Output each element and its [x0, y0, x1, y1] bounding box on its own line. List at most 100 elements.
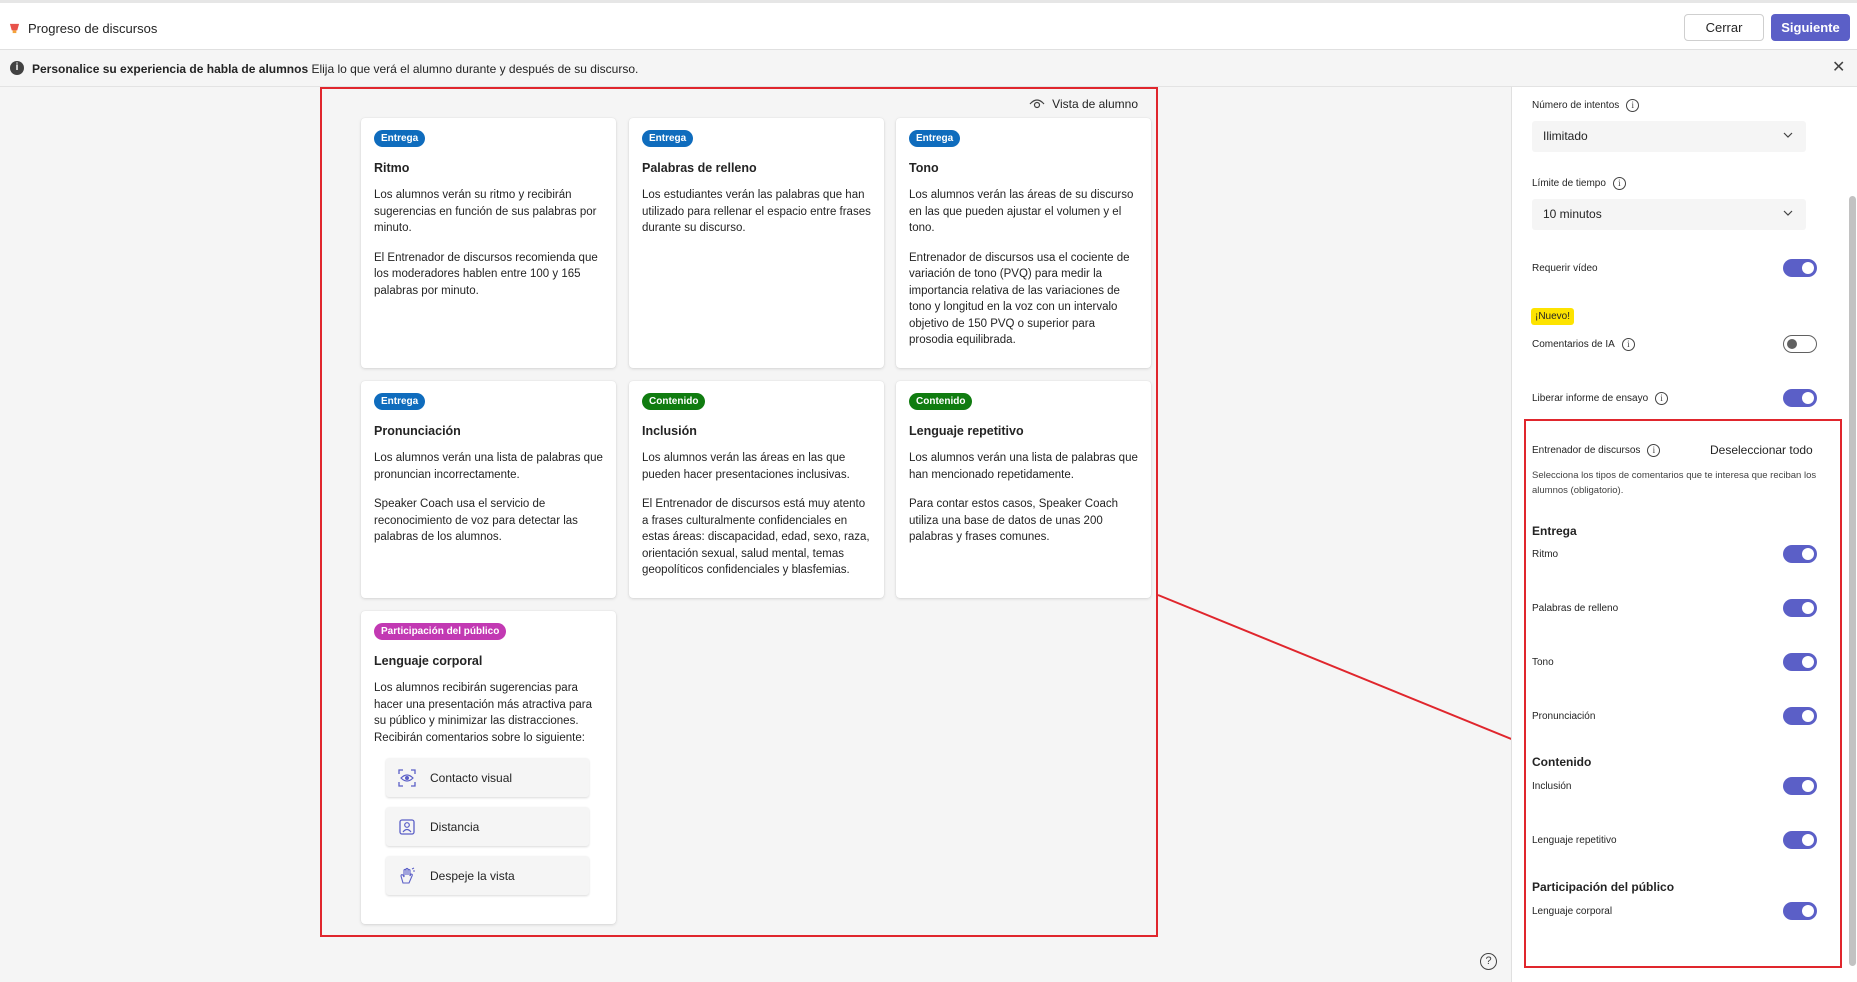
badge-participacion: Participación del público [374, 623, 507, 640]
chevron-down-icon [1783, 210, 1793, 216]
preview-area: Vista de alumno Entrega Ritmo Los alumno… [0, 87, 1511, 982]
item-ritmo-label: Ritmo [1532, 549, 1559, 560]
card-title: Palabras de relleno [642, 161, 757, 175]
banner-title: Personalice su experiencia de habla de a… [32, 62, 309, 76]
item-tono-label: Tono [1532, 657, 1554, 668]
card-text: Entrenador de discursos usa el cociente … [909, 251, 1130, 347]
chevron-down-icon [1783, 132, 1793, 138]
item-inclusion-label: Inclusión [1532, 781, 1572, 792]
coach-label: Entrenador de discursos i [1532, 444, 1661, 457]
close-icon[interactable]: ✕ [1832, 59, 1845, 77]
chip-label: Distancia [430, 819, 480, 834]
new-badge: ¡Nuevo! [1531, 308, 1575, 325]
card-text: El Entrenador de discursos está muy aten… [642, 498, 870, 576]
close-button[interactable]: Cerrar [1684, 14, 1764, 41]
item-lenguaje-repetitivo-label: Lenguaje repetitivo [1532, 835, 1617, 846]
chip-label: Despeje la vista [430, 868, 515, 883]
badge-entrega: Entrega [909, 130, 961, 147]
card-text: Para contar estos casos, Speaker Coach u… [909, 498, 1119, 543]
item-lenguaje-repetitivo-toggle[interactable] [1783, 831, 1817, 849]
card-text: Speaker Coach usa el servicio de reconoc… [374, 498, 578, 543]
info-icon[interactable]: i [1612, 177, 1626, 190]
ai-feedback-label-text: Comentarios de IA [1532, 339, 1615, 350]
card-text: Los alumnos verán su ritmo y recibirán s… [374, 189, 597, 234]
attempts-label: Número de intentos i [1532, 99, 1640, 112]
badge-entrega: Entrega [374, 393, 426, 410]
info-icon[interactable]: i [1647, 444, 1661, 457]
deselect-all-button[interactable]: Deseleccionar todo [1710, 443, 1813, 457]
section-heading-entrega: Entrega [1532, 524, 1577, 538]
banner-description: Elija lo que verá el alumno durante y de… [311, 62, 639, 76]
card-title: Lenguaje repetitivo [909, 424, 1024, 438]
eye-contact-icon [398, 768, 416, 787]
release-report-label: Liberar informe de ensayo i [1532, 392, 1669, 405]
info-icon[interactable]: i [1655, 392, 1669, 405]
chip-despeje-vista[interactable]: Despeje la vista [386, 856, 589, 895]
coach-description: Selecciona los tipos de comentarios que … [1532, 470, 1817, 496]
time-limit-label: Límite de tiempo i [1532, 177, 1626, 190]
item-ritmo-toggle[interactable] [1783, 545, 1817, 563]
card-title: Inclusión [642, 424, 697, 438]
item-pronunciacion-label: Pronunciación [1532, 711, 1596, 722]
chip-contacto-visual[interactable]: Contacto visual [386, 758, 589, 797]
info-icon[interactable]: i [1626, 99, 1640, 112]
item-palabras-relleno-toggle[interactable] [1783, 599, 1817, 617]
badge-contenido: Contenido [909, 393, 973, 410]
time-limit-dropdown[interactable]: 10 minutos [1532, 199, 1806, 230]
banner-text: Personalice su experiencia de habla de a… [32, 62, 638, 76]
card-text: Los estudiantes verán las palabras que h… [642, 189, 871, 234]
card-text: Los alumnos verán las áreas en las que p… [642, 452, 850, 481]
release-report-label-text: Liberar informe de ensayo [1532, 393, 1649, 404]
badge-entrega: Entrega [642, 130, 694, 147]
item-lenguaje-corporal-label: Lenguaje corporal [1532, 906, 1613, 917]
release-report-toggle[interactable] [1783, 389, 1817, 407]
info-banner: i Personalice su experiencia de habla de… [0, 50, 1857, 87]
help-icon[interactable]: ? [1480, 953, 1497, 970]
card-title: Lenguaje corporal [374, 654, 483, 668]
card-title: Ritmo [374, 161, 410, 175]
card-lenguaje-repetitivo: Contenido Lenguaje repetitivo Los alumno… [896, 381, 1151, 598]
info-icon: i [10, 61, 24, 75]
student-view-button[interactable]: Vista de alumno [1029, 97, 1138, 111]
page-title: Progreso de discursos [28, 21, 158, 36]
item-palabras-relleno-label: Palabras de relleno [1532, 603, 1619, 614]
settings-sidebar: Número de intentos i Ilimitado Límite de… [1511, 87, 1857, 982]
sidebar-scrollbar[interactable] [1848, 96, 1857, 976]
info-icon[interactable]: i [1621, 338, 1635, 351]
card-tono: Entrega Tono Los alumnos verán las áreas… [896, 118, 1151, 368]
card-ritmo: Entrega Ritmo Los alumnos verán su ritmo… [361, 118, 616, 368]
hand-wave-icon [400, 867, 415, 884]
item-inclusion-toggle[interactable] [1783, 777, 1817, 795]
card-inclusion: Contenido Inclusión Los alumnos verán la… [629, 381, 884, 598]
section-heading-contenido: Contenido [1532, 755, 1592, 769]
card-pronunciacion: Entrega Pronunciación Los alumnos verán … [361, 381, 616, 598]
require-video-label: Requerir vídeo [1532, 263, 1598, 274]
time-limit-label-text: Límite de tiempo [1532, 178, 1606, 189]
badge-entrega: Entrega [374, 130, 426, 147]
card-palabras-relleno: Entrega Palabras de relleno Los estudian… [629, 118, 884, 368]
section-heading-participacion: Participación del público [1532, 880, 1675, 894]
item-tono-toggle[interactable] [1783, 653, 1817, 671]
badge-contenido: Contenido [642, 393, 706, 410]
coach-label-text: Entrenador de discursos [1532, 445, 1641, 456]
card-title: Pronunciación [374, 424, 461, 438]
ai-feedback-toggle[interactable] [1783, 335, 1817, 353]
eye-icon [1029, 99, 1045, 109]
require-video-toggle[interactable] [1783, 259, 1817, 277]
preview-highlight-frame: Vista de alumno Entrega Ritmo Los alumno… [320, 87, 1158, 937]
card-text: El Entrenador de discursos recomienda qu… [374, 251, 598, 297]
chip-distancia[interactable]: Distancia [386, 807, 589, 846]
item-pronunciacion-toggle[interactable] [1783, 707, 1817, 725]
chip-label: Contacto visual [430, 770, 513, 785]
card-text: Los alumnos recibirán sugerencias para h… [374, 682, 592, 744]
attempts-dropdown[interactable]: Ilimitado [1532, 121, 1806, 152]
item-lenguaje-corporal-toggle[interactable] [1783, 902, 1817, 920]
time-limit-value: 10 minutos [1543, 207, 1602, 221]
attempts-label-text: Número de intentos [1532, 100, 1620, 111]
card-title: Tono [909, 161, 939, 175]
next-button[interactable]: Siguiente [1771, 14, 1850, 41]
person-frame-icon [399, 818, 415, 835]
attempts-value: Ilimitado [1543, 129, 1588, 143]
scrollbar-thumb[interactable] [1849, 196, 1856, 966]
ai-feedback-label: Comentarios de IA i [1532, 338, 1635, 351]
